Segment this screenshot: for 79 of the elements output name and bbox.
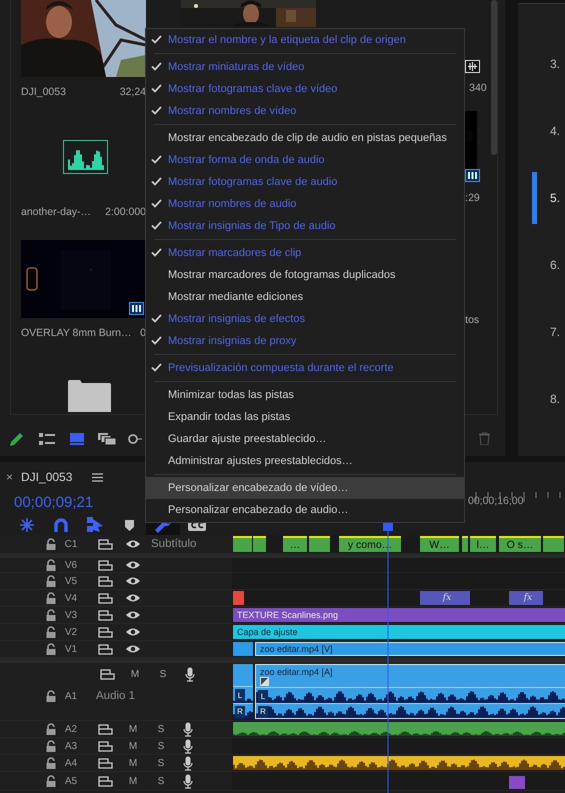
solo-toggle[interactable]: S	[157, 668, 169, 680]
timecode[interactable]: 00;00;09;21	[14, 494, 94, 511]
menu-item[interactable]: Mostrar encabezado de clip de audio en pistas pequeñas	[146, 127, 464, 149]
menu-item[interactable]: Administrar ajustes preestablecidos…	[146, 450, 464, 472]
menu-item[interactable]: Personalizar encabezado de audio…	[146, 499, 464, 521]
mute-toggle[interactable]: M	[127, 740, 139, 752]
track-name: V5	[64, 576, 78, 586]
clip-name: zoo editar.mp4 [A]	[260, 667, 334, 677]
audio-clip[interactable]: L R	[233, 664, 253, 719]
clip[interactable]: TEXTURE Scanlines.png	[233, 608, 565, 622]
caption-clip[interactable]: l…	[470, 536, 496, 552]
track-name: V4	[64, 592, 78, 604]
track-name: V2	[64, 626, 78, 638]
menu-item[interactable]: Expandir todas las pistas	[146, 406, 464, 428]
solo-toggle[interactable]: S	[155, 740, 167, 752]
menu-item[interactable]: Mostrar mediante ediciones	[146, 286, 464, 308]
menu-item[interactable]: Mostrar miniaturas de vídeo	[146, 56, 464, 78]
channel-label: L	[258, 690, 268, 702]
solo-toggle[interactable]: S	[155, 776, 167, 786]
menu-item[interactable]: Mostrar insignias de Tipo de audio	[146, 215, 464, 237]
track-name: A3	[64, 740, 78, 752]
track-name: A5	[64, 776, 78, 786]
track-name: V6	[64, 560, 78, 570]
channel-label: L	[235, 689, 245, 701]
ruler-label: 00;00;16;00	[468, 495, 524, 507]
list-item[interactable]: 7.	[518, 298, 565, 365]
track-name: A2	[64, 724, 78, 734]
track-label: Audio 1	[96, 690, 136, 702]
menu-item[interactable]: Mostrar fotogramas clave de audio	[146, 171, 464, 193]
mute-toggle[interactable]: M	[127, 758, 139, 768]
menu-item[interactable]: Mostrar marcadores de fotogramas duplicados	[146, 264, 464, 286]
channel-label: R	[235, 706, 245, 718]
sequence-tab[interactable]: DJI_0053	[21, 470, 72, 484]
list-item[interactable]: 5.	[518, 164, 565, 231]
effect-clip[interactable]: fx	[509, 591, 543, 605]
menu-item[interactable]: Previsualización compuesta durante el recorte	[146, 357, 464, 379]
solo-toggle[interactable]: S	[155, 758, 167, 768]
clip[interactable]: zoo editar.mp4 [V]	[255, 642, 565, 656]
clip-duration: :29	[465, 192, 480, 204]
clip-name: DJI_0053	[21, 86, 66, 98]
clip-name: OVERLAY 8mm Burn…	[21, 327, 132, 339]
menu-item[interactable]: Mostrar insignias de efectos	[146, 308, 464, 330]
caption-clip[interactable]: …	[283, 536, 307, 552]
clip-duration: 32;24	[120, 86, 146, 98]
mute-toggle[interactable]: M	[129, 668, 141, 680]
clip-duration: 340	[469, 82, 487, 94]
track-name: C1	[64, 538, 78, 550]
track-name: V3	[64, 610, 78, 620]
audio-clip[interactable]: zoo editar.mp4 [A] L R	[255, 664, 565, 719]
list-item[interactable]: 6.	[518, 231, 565, 298]
track-name: A4	[64, 758, 78, 768]
clip-duration: 2:00:000	[105, 206, 146, 218]
menu-item[interactable]: Mostrar marcadores de clip	[146, 242, 464, 264]
menu-item[interactable]: Mostrar fotogramas clave de vídeo	[146, 78, 464, 100]
menu-item[interactable]: Mostrar forma de onda de audio	[146, 149, 464, 171]
list-item[interactable]: 4.	[518, 97, 565, 164]
effect-clip[interactable]: fx	[420, 591, 470, 605]
clip[interactable]: Capa de ajuste	[233, 625, 565, 639]
menu-item[interactable]: Mostrar insignias de proxy	[146, 330, 464, 352]
caption-clip[interactable]: W…	[420, 536, 459, 552]
clip-duration: tos	[465, 314, 480, 326]
menu-item[interactable]: Mostrar nombres de audio	[146, 193, 464, 215]
list-item[interactable]: 8.	[518, 365, 565, 432]
menu-item[interactable]: Mostrar nombres de vídeo	[146, 100, 464, 122]
caption-clip[interactable]: O s…	[499, 536, 541, 552]
list-item[interactable]: 3.	[518, 30, 565, 97]
clip-name: another-day-…	[21, 206, 92, 218]
menu-item[interactable]: Guardar ajuste preestablecido…	[146, 428, 464, 450]
channel-label: R	[258, 706, 268, 718]
menu-item[interactable]: Minimizar todas las pistas	[146, 384, 464, 406]
close-button[interactable]: ×	[6, 470, 14, 484]
mute-toggle[interactable]: M	[127, 724, 139, 734]
menu-item[interactable]: Mostrar el nombre y la etiqueta del clip de origen	[146, 29, 464, 51]
track-label: Subtítulo	[151, 538, 196, 550]
mute-toggle[interactable]: M	[127, 776, 139, 786]
solo-toggle[interactable]: S	[155, 724, 167, 734]
track-name: V1	[64, 644, 78, 654]
menu-item[interactable]: Personalizar encabezado de vídeo…	[146, 477, 464, 499]
track-name: A1	[64, 690, 78, 702]
